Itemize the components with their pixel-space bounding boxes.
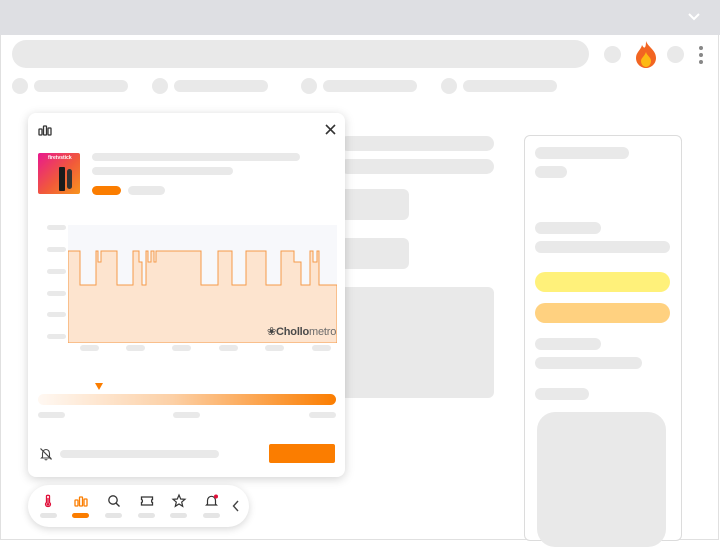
price-badge (92, 186, 121, 195)
thermometer-icon[interactable] (40, 493, 56, 509)
watermark-brand-bold: Chollo (276, 326, 310, 338)
x-tick-placeholder (219, 345, 238, 351)
close-icon[interactable] (325, 124, 336, 135)
browser-titlebar (0, 0, 720, 35)
bell-off-icon[interactable] (39, 447, 53, 461)
y-tick-placeholder (47, 225, 66, 230)
sidebar-line-placeholder (535, 147, 629, 159)
star-icon[interactable] (171, 493, 187, 509)
set-alert-button[interactable] (269, 444, 335, 463)
bar-chart-icon (38, 125, 52, 136)
range-mid-placeholder (173, 412, 200, 418)
x-tick-placeholder (80, 345, 99, 351)
watermark-brand-light: metro (309, 326, 337, 338)
bookmark-icon-placeholder[interactable] (301, 78, 317, 94)
product-thumbnail-text: firetvstick (48, 155, 72, 161)
content-image-placeholder (340, 287, 494, 398)
content-line-placeholder (340, 136, 494, 151)
bookmark-placeholder[interactable] (323, 80, 417, 92)
chevron-down-icon[interactable] (686, 8, 702, 24)
alert-text-placeholder (60, 450, 219, 458)
bookmark-placeholder[interactable] (174, 80, 268, 92)
product-remote-shape (67, 169, 72, 189)
sidebar-line-placeholder (535, 338, 601, 350)
toolbar-label-placeholder (40, 513, 57, 518)
bookmark-icon-placeholder[interactable] (152, 78, 168, 94)
price-history-popup: firetvstick ❀Chollometro (28, 113, 345, 477)
sidebar-line-placeholder (535, 222, 601, 234)
address-bar[interactable] (12, 40, 589, 68)
bookmark-placeholder[interactable] (463, 80, 557, 92)
profile-placeholder[interactable] (667, 46, 684, 63)
toolbar-label-placeholder (170, 513, 187, 518)
x-tick-placeholder (172, 345, 191, 351)
y-tick-placeholder (47, 247, 66, 252)
sidebar-line-placeholder (535, 166, 567, 178)
ticket-icon[interactable] (139, 493, 155, 509)
toolbar-active-indicator (72, 513, 89, 518)
product-title-placeholder (92, 167, 233, 175)
range-min-placeholder (38, 412, 65, 418)
product-device-shape (59, 167, 65, 191)
y-tick-placeholder (47, 269, 66, 274)
sidebar-yellow-pill[interactable] (535, 272, 670, 292)
flame-icon[interactable] (634, 40, 658, 69)
toolbar-label-placeholder (105, 513, 122, 518)
sidebar-line-placeholder (535, 241, 670, 253)
y-tick-placeholder (47, 334, 66, 339)
bookmark-placeholder[interactable] (34, 80, 128, 92)
range-max-placeholder (309, 412, 336, 418)
y-tick-placeholder (47, 312, 66, 317)
content-line-placeholder (340, 159, 494, 174)
sidebar-orange-pill[interactable] (535, 303, 670, 323)
bookmark-icon-placeholder[interactable] (12, 78, 28, 94)
price-placeholder (128, 186, 165, 195)
product-title-placeholder (92, 153, 300, 161)
product-thumbnail[interactable]: firetvstick (38, 153, 80, 194)
sidebar-line-placeholder (535, 357, 642, 369)
content-block-placeholder (340, 238, 409, 269)
x-tick-placeholder (126, 345, 145, 351)
current-price-marker (95, 383, 103, 390)
search-icon[interactable] (106, 493, 122, 509)
extension-toolbar (28, 485, 249, 527)
content-block-placeholder (340, 189, 409, 220)
extension-placeholder[interactable] (604, 46, 621, 63)
menu-dots-icon[interactable] (697, 45, 705, 65)
sidebar-line-placeholder (535, 388, 589, 400)
y-tick-placeholder (47, 291, 66, 296)
sidebar-card (524, 135, 682, 547)
price-range-bar (38, 394, 336, 405)
sidebar-image-placeholder (537, 412, 666, 547)
bookmark-icon-placeholder[interactable] (441, 78, 457, 94)
chevron-left-icon[interactable] (231, 499, 241, 513)
toolbar-label-placeholder (203, 513, 220, 518)
bell-icon[interactable] (204, 493, 220, 509)
toolbar-label-placeholder (138, 513, 155, 518)
chollometro-watermark: ❀Chollometro (267, 326, 337, 338)
bar-chart-icon[interactable] (73, 493, 89, 509)
x-tick-placeholder (312, 345, 331, 351)
x-tick-placeholder (265, 345, 284, 351)
